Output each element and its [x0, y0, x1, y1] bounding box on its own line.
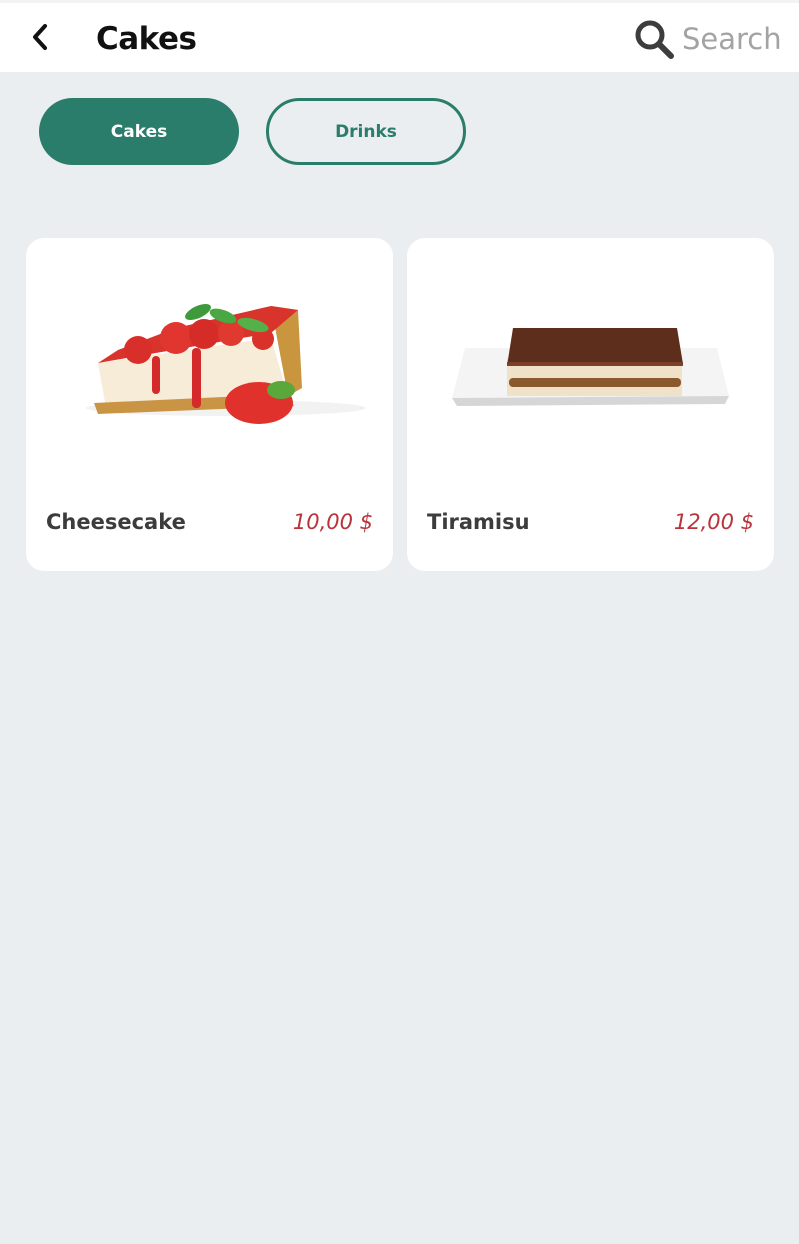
- product-name: Tiramisu: [427, 510, 530, 534]
- product-price: 12,00 $: [673, 510, 754, 534]
- product-name: Cheesecake: [46, 510, 186, 534]
- tiramisu-image: [452, 328, 729, 406]
- tab-cakes[interactable]: Cakes: [39, 98, 239, 165]
- app-header: Cakes: [0, 0, 799, 72]
- product-card-tiramisu[interactable]: Tiramisu 12,00 $: [407, 238, 774, 571]
- search-input[interactable]: [682, 22, 794, 56]
- cheesecake-image: [86, 303, 366, 424]
- chevron-left-icon: [33, 24, 47, 50]
- product-card-cheesecake[interactable]: Cheesecake 10,00 $: [26, 238, 393, 571]
- product-price: 10,00 $: [292, 510, 373, 534]
- search-bar[interactable]: [632, 13, 794, 65]
- back-button[interactable]: [22, 17, 58, 57]
- search-icon[interactable]: [632, 17, 676, 61]
- tab-drinks[interactable]: Drinks: [266, 98, 466, 165]
- page-title: Cakes: [96, 21, 197, 57]
